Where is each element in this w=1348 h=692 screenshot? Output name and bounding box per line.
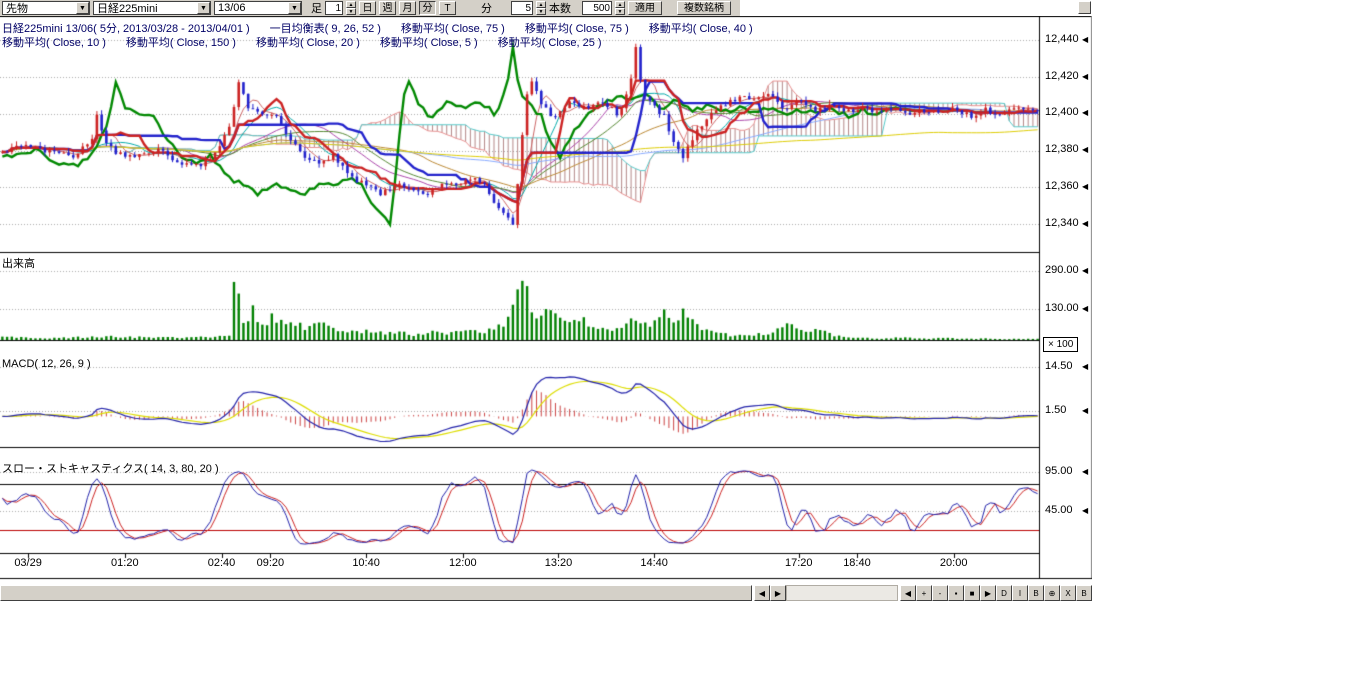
- chart-tool-button-10[interactable]: X: [1060, 585, 1076, 601]
- y-axis-label: 290.00: [1045, 264, 1079, 276]
- chart-area: 日経225mini 13/06( 5分, 2013/03/28 - 2013/0…: [0, 16, 1092, 582]
- bar-count-label: 本数: [549, 0, 571, 16]
- y-axis-label: 14.50: [1045, 360, 1073, 372]
- scrollbar-thumb[interactable]: [0, 585, 752, 601]
- top-toolbar-row: 先物 ▼ 日経225mini ▼ 13/06 ▼ 足 ▲▼ 日 週 月 分 T …: [0, 0, 1092, 16]
- spin-down-icon[interactable]: ▼: [346, 8, 356, 15]
- instrument-type-select[interactable]: 先物 ▼: [2, 1, 90, 15]
- x-axis-label: 14:40: [640, 557, 668, 569]
- interval-input[interactable]: [325, 1, 343, 15]
- axis-handle-icon[interactable]: ◀: [1082, 72, 1088, 81]
- legend-item: 移動平均( Close, 40 ): [649, 20, 753, 36]
- x-axis-label: 13:20: [545, 557, 573, 569]
- axis-handle-icon[interactable]: ◀: [1082, 506, 1088, 515]
- macd-panel-label: MACD( 12, 26, 9 ): [2, 358, 91, 370]
- y-axis-label: 45.00: [1045, 504, 1073, 516]
- volume-panel-label: 出来高: [2, 255, 35, 271]
- chart-canvas[interactable]: [0, 16, 1092, 582]
- x-axis-label: 18:40: [843, 557, 871, 569]
- y-axis-label: 1.50: [1045, 404, 1066, 416]
- contract-month-select[interactable]: 13/06 ▼: [214, 1, 302, 15]
- chart-tool-button-2[interactable]: -: [932, 585, 948, 601]
- y-axis-label: 12,360: [1045, 180, 1079, 192]
- x-axis-label: 17:20: [785, 557, 813, 569]
- period-tick-button[interactable]: T: [439, 1, 456, 15]
- axis-handle-icon[interactable]: ◀: [1082, 467, 1088, 476]
- chart-tool-button-8[interactable]: B: [1028, 585, 1044, 601]
- period-week-button[interactable]: 週: [379, 1, 396, 15]
- x-axis-label: 09:20: [257, 557, 285, 569]
- period-minute-button[interactable]: 分: [419, 1, 436, 15]
- legend-item: 移動平均( Close, 5 ): [380, 34, 478, 50]
- minute-count-input[interactable]: [511, 1, 533, 15]
- scroll-left-button[interactable]: ◀: [754, 585, 770, 601]
- corner-grip[interactable]: [1078, 1, 1091, 14]
- y-axis-label: 12,340: [1045, 217, 1079, 229]
- x-axis-label: 12:00: [449, 557, 477, 569]
- axis-handle-icon[interactable]: ◀: [1082, 108, 1088, 117]
- bar-count-spinner[interactable]: ▲▼: [615, 1, 625, 15]
- toolbar: 先物 ▼ 日経225mini ▼ 13/06 ▼ 足 ▲▼ 日 週 月 分 T …: [0, 0, 740, 16]
- legend-item: 移動平均( Close, 10 ): [2, 34, 106, 50]
- dropdown-arrow-icon[interactable]: ▼: [288, 2, 301, 14]
- y-axis-label: 12,440: [1045, 33, 1079, 45]
- period-day-button[interactable]: 日: [359, 1, 376, 15]
- y-axis-label: 95.00: [1045, 465, 1073, 477]
- axis-handle-icon[interactable]: ◀: [1082, 219, 1088, 228]
- chart-tool-button-7[interactable]: I: [1012, 585, 1028, 601]
- multi-symbol-button[interactable]: 複数銘柄: [677, 1, 731, 15]
- symbol-value: 日経225mini: [97, 0, 158, 16]
- chart-tool-button-0[interactable]: ◀: [900, 585, 916, 601]
- horizontal-scrollbar: ◀ ▶ ◀+-▪■▶DIB⊕XB: [0, 585, 1092, 601]
- axis-handle-icon[interactable]: ◀: [1082, 266, 1088, 275]
- spin-up-icon[interactable]: ▲: [346, 1, 356, 8]
- axis-handle-icon[interactable]: ◀: [1082, 145, 1088, 154]
- legend-line-2: 移動平均( Close, 10 ) 移動平均( Close, 150 ) 移動平均(…: [2, 34, 602, 50]
- scroll-right-button[interactable]: ▶: [770, 585, 786, 601]
- y-axis-label: 12,400: [1045, 106, 1079, 118]
- interval-spinner[interactable]: ▲▼: [346, 1, 356, 15]
- x-axis-label: 02:40: [208, 557, 236, 569]
- legend-item: 移動平均( Close, 20 ): [256, 34, 360, 50]
- y-axis-label: 12,420: [1045, 70, 1079, 82]
- axis-handle-icon[interactable]: ◀: [1082, 406, 1088, 415]
- spin-up-icon[interactable]: ▲: [615, 1, 625, 8]
- x-axis-label: 20:00: [940, 557, 968, 569]
- spin-down-icon[interactable]: ▼: [615, 8, 625, 15]
- instrument-type-value: 先物: [6, 0, 28, 16]
- legend-item: 移動平均( Close, 25 ): [498, 34, 602, 50]
- x-axis-label: 03/29: [14, 557, 42, 569]
- x-axis-label: 01:20: [111, 557, 139, 569]
- bar-type-label: 足: [311, 0, 322, 16]
- apply-button[interactable]: 適用: [628, 1, 662, 15]
- chart-tool-button-9[interactable]: ⊕: [1044, 585, 1060, 601]
- axis-handle-icon[interactable]: ◀: [1082, 304, 1088, 313]
- axis-handle-icon[interactable]: ◀: [1082, 35, 1088, 44]
- spin-up-icon[interactable]: ▲: [536, 1, 546, 8]
- chart-tool-button-5[interactable]: ▶: [980, 585, 996, 601]
- bar-count-input[interactable]: [582, 1, 612, 15]
- chart-tool-button-3[interactable]: ▪: [948, 585, 964, 601]
- axis-handle-icon[interactable]: ◀: [1082, 182, 1088, 191]
- spin-down-icon[interactable]: ▼: [536, 8, 546, 15]
- legend-item: 移動平均( Close, 150 ): [126, 34, 236, 50]
- period-month-button[interactable]: 月: [399, 1, 416, 15]
- chart-tool-button-6[interactable]: D: [996, 585, 1012, 601]
- contract-month-value: 13/06: [218, 2, 246, 14]
- dropdown-arrow-icon[interactable]: ▼: [76, 2, 89, 14]
- chart-tool-button-1[interactable]: +: [916, 585, 932, 601]
- symbol-select[interactable]: 日経225mini ▼: [93, 1, 211, 15]
- volume-scale-box: × 100: [1043, 337, 1078, 352]
- axis-handle-icon[interactable]: ◀: [1082, 362, 1088, 371]
- x-axis-label: 10:40: [352, 557, 380, 569]
- chart-tool-button-11[interactable]: B: [1076, 585, 1092, 601]
- y-axis-label: 130.00: [1045, 302, 1079, 314]
- dropdown-arrow-icon[interactable]: ▼: [197, 2, 210, 14]
- stochastics-panel-label: スロー・ストキャスティクス( 14, 3, 80, 20 ): [2, 460, 219, 476]
- scrollbar-track[interactable]: [786, 585, 898, 601]
- chart-tool-button-4[interactable]: ■: [964, 585, 980, 601]
- minute-unit-label: 分: [481, 0, 492, 16]
- y-axis-label: 12,380: [1045, 143, 1079, 155]
- minute-count-spinner[interactable]: ▲▼: [536, 1, 546, 15]
